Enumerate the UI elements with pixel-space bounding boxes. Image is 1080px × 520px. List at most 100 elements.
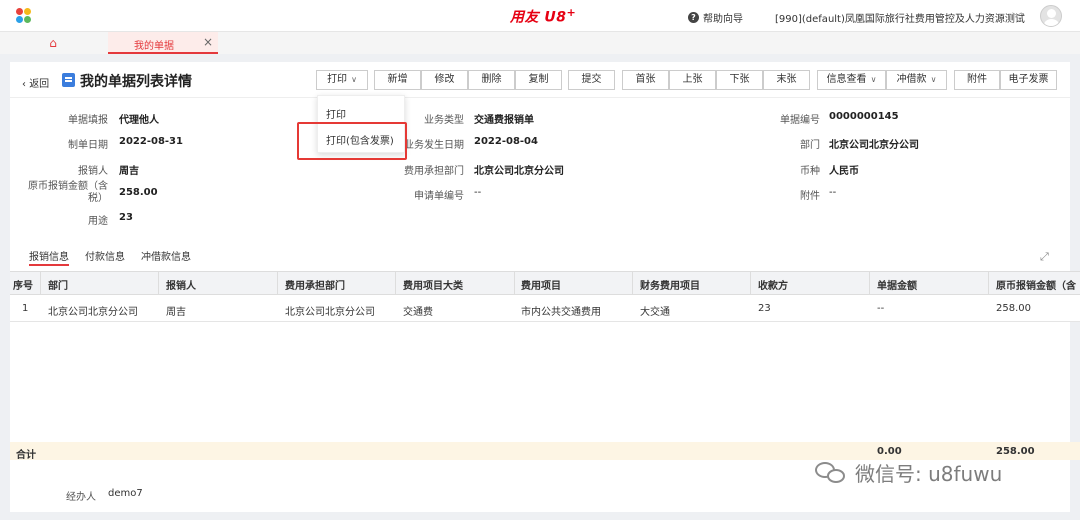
- form-value: 代理他人: [119, 115, 159, 126]
- column-header[interactable]: 序号: [13, 277, 33, 292]
- home-icon[interactable]: ⌂: [38, 34, 68, 52]
- total-label: 合计: [16, 450, 36, 461]
- total-reimbursement: 258.00: [996, 446, 1035, 457]
- help-icon: ?: [688, 12, 699, 23]
- last-button[interactable]: 末张: [763, 70, 810, 90]
- column-divider: [158, 271, 159, 295]
- watermark-text: 微信号: u8fuwu: [855, 462, 1003, 486]
- expand-icon[interactable]: ⤢: [1040, 250, 1049, 264]
- handler-value: demo7: [108, 488, 143, 499]
- form-label: 原币报销金额（含税）: [28, 181, 108, 204]
- tab-my-documents[interactable]: 我的单据 ×: [108, 32, 218, 54]
- form-value: 2022-08-04: [474, 136, 538, 147]
- copy-button[interactable]: 复制: [515, 70, 562, 90]
- watermark: 微信号: u8fuwu: [815, 458, 1002, 487]
- submit-button[interactable]: 提交: [568, 70, 615, 90]
- top-header: 用友 U8+ ? 帮助向导 [990](default)凤凰国际旅行社费用管控及…: [0, 0, 1080, 32]
- tab-label: 我的单据: [134, 41, 174, 52]
- chevron-down-icon[interactable]: ﹀: [1012, 9, 1022, 24]
- chevron-down-icon: ∨: [870, 75, 877, 84]
- table-cell: 1: [22, 303, 29, 314]
- column-divider: [40, 271, 41, 295]
- form-label: 单据编号: [780, 115, 820, 126]
- add-button[interactable]: 新增: [374, 70, 421, 90]
- form-value: 2022-08-31: [119, 136, 183, 147]
- column-divider: [514, 271, 515, 295]
- column-divider: [869, 271, 870, 295]
- tab-payment-info[interactable]: 付款信息: [85, 248, 125, 263]
- form-label: 单据填报: [68, 115, 108, 126]
- tab-offset-loan-info[interactable]: 冲借款信息: [141, 248, 191, 263]
- column-header[interactable]: 报销人: [166, 277, 196, 292]
- prev-button[interactable]: 上张: [669, 70, 716, 90]
- column-header[interactable]: 费用项目: [521, 277, 561, 292]
- column-header[interactable]: 收款方: [758, 277, 788, 292]
- attachment-button[interactable]: 附件: [954, 70, 1000, 90]
- back-button[interactable]: ‹ 返回: [22, 75, 49, 90]
- info-view-button[interactable]: 信息查看 ∨: [817, 70, 886, 90]
- table-cell: 258.00: [996, 303, 1031, 314]
- tab-strip: ⌂ 我的单据 ×: [0, 32, 1080, 54]
- table-cell: 交通费: [403, 307, 433, 318]
- form-value: 0000000145: [829, 111, 899, 122]
- form-value: 北京公司北京分公司: [829, 140, 919, 151]
- print-button[interactable]: 打印 ∨: [316, 70, 368, 90]
- offset-loan-button[interactable]: 冲借款 ∨: [886, 70, 947, 90]
- form-label: 报销人: [78, 166, 108, 177]
- menu-item-print[interactable]: 打印: [326, 106, 346, 121]
- table-cell: 北京公司北京分公司: [285, 307, 375, 318]
- chevron-down-icon: ∨: [351, 75, 357, 84]
- form-value: 北京公司北京分公司: [474, 166, 564, 177]
- handler-label: 经办人: [66, 492, 96, 503]
- next-button[interactable]: 下张: [716, 70, 763, 90]
- wechat-icon: [815, 460, 849, 486]
- form-value: 258.00: [119, 187, 158, 198]
- close-icon[interactable]: ×: [203, 35, 213, 49]
- org-selector[interactable]: [990](default)凤凰国际旅行社费用管控及人力资源测试: [775, 10, 1025, 25]
- form-label: 申请单编号: [414, 191, 464, 202]
- form-label: 部门: [800, 140, 820, 151]
- column-header[interactable]: 单据金额: [877, 277, 917, 292]
- table-cell: --: [877, 303, 885, 314]
- form-value: --: [829, 187, 837, 198]
- column-divider: [277, 271, 278, 295]
- menu-item-print-with-invoice[interactable]: 打印(包含发票): [326, 132, 394, 147]
- total-amount: 0.00: [877, 446, 902, 457]
- column-header[interactable]: 原币报销金额（含: [996, 277, 1076, 292]
- edit-button[interactable]: 修改: [421, 70, 468, 90]
- column-divider: [988, 271, 989, 295]
- table-cell: 北京公司北京分公司: [48, 307, 138, 318]
- first-button[interactable]: 首张: [622, 70, 669, 90]
- document-icon: [62, 73, 75, 87]
- chevron-down-icon: ∨: [930, 75, 937, 84]
- column-divider: [750, 271, 751, 295]
- einvoice-button[interactable]: 电子发票: [1000, 70, 1057, 90]
- table-cell: 市内公共交通费用: [521, 307, 601, 318]
- form-label: 币种: [800, 166, 820, 177]
- form-value: 人民币: [829, 166, 859, 177]
- column-divider: [632, 271, 633, 295]
- app-logo-icon[interactable]: [16, 8, 34, 24]
- table-cell: 大交通: [640, 307, 670, 318]
- column-header[interactable]: 费用项目大类: [403, 277, 463, 292]
- page-title: 我的单据列表详情: [80, 74, 192, 90]
- column-divider: [395, 271, 396, 295]
- column-header[interactable]: 部门: [48, 277, 68, 292]
- delete-button[interactable]: 删除: [468, 70, 515, 90]
- form-label: 制单日期: [68, 140, 108, 151]
- help-link[interactable]: ? 帮助向导: [688, 10, 743, 25]
- table-cell: 23: [758, 303, 771, 314]
- avatar[interactable]: [1040, 5, 1062, 27]
- help-label: 帮助向导: [703, 14, 743, 25]
- form-label: 用途: [88, 216, 108, 227]
- table-cell: 周吉: [166, 307, 186, 318]
- form-value: 周吉: [119, 166, 139, 177]
- column-header[interactable]: 费用承担部门: [285, 277, 345, 292]
- tab-reimbursement-info[interactable]: 报销信息: [29, 248, 69, 263]
- column-header[interactable]: 财务费用项目: [640, 277, 700, 292]
- form-label: 费用承担部门: [404, 166, 464, 177]
- brand-logo: 用友 U8+: [510, 6, 577, 26]
- print-dropdown-menu: 打印 打印(包含发票): [317, 95, 405, 153]
- form-value: 交通费报销单: [474, 115, 534, 126]
- title-bar: ‹ 返回 我的单据列表详情 打印 ∨ 新增 修改 删除 复制 提交 首张 上张 下…: [10, 62, 1070, 98]
